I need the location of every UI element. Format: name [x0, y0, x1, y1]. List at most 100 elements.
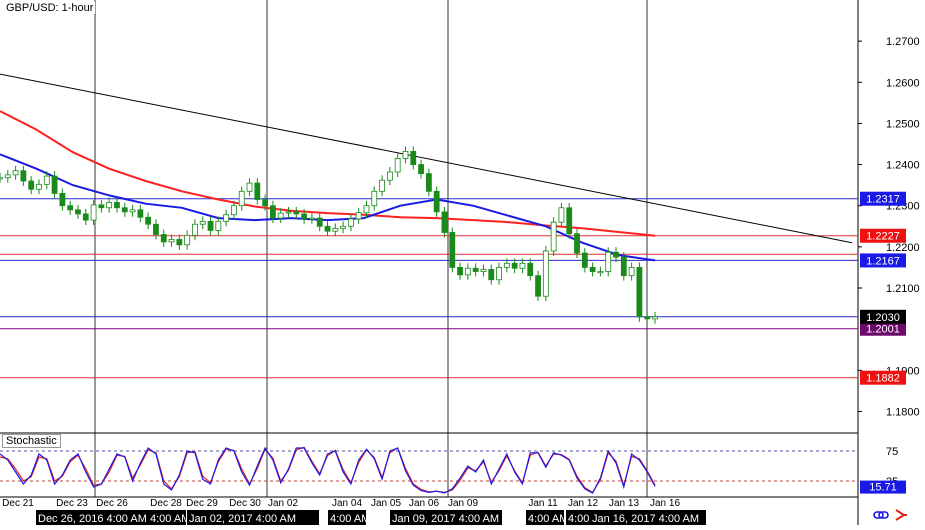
- price-candle: [644, 316, 651, 320]
- price-candle: [207, 220, 214, 231]
- level-box-label: 1.2227: [866, 231, 900, 243]
- price-candle: [527, 262, 534, 277]
- price-candle: [51, 175, 58, 194]
- price-candle: [550, 221, 557, 252]
- price-candle: [394, 157, 401, 173]
- link-icon[interactable]: [873, 508, 889, 522]
- level-box-label: 1.2167: [866, 255, 900, 267]
- price-candle: [457, 267, 463, 276]
- price-candle: [231, 205, 237, 216]
- time-bar-label: Jan 16, 2017 4:00 AM: [592, 513, 699, 525]
- price-candle: [558, 207, 565, 223]
- price-candle: [363, 205, 370, 214]
- time-bar-label: Dec 26, 2016 4:00 AM: [38, 513, 147, 525]
- y-tick-label: 1.2100: [886, 283, 920, 295]
- price-candle: [472, 267, 479, 272]
- x-tick-label: Jan 06: [409, 498, 439, 509]
- price-candle: [43, 175, 50, 185]
- price-candle: [270, 205, 276, 219]
- y-tick-label: 1.2400: [886, 160, 920, 172]
- price-candle: [160, 234, 167, 243]
- price-candle: [652, 316, 658, 320]
- price-candle: [433, 190, 440, 213]
- price-candle: [168, 239, 175, 243]
- last-price-label: 1.2030: [866, 312, 900, 324]
- x-tick-label: Jan 12: [568, 498, 598, 509]
- price-candle: [98, 204, 105, 209]
- chart-title: GBP/USD: 1-hour: [4, 2, 96, 14]
- price-candle: [332, 227, 339, 232]
- price-candle: [503, 262, 510, 268]
- price-candle: [36, 183, 42, 190]
- price-candle: [309, 217, 315, 220]
- x-tick-label: Jan 11: [528, 498, 558, 509]
- time-bar-label: 4:00 AM: [528, 513, 568, 525]
- price-candle: [589, 267, 596, 272]
- y-tick-label: 1.2200: [886, 242, 920, 254]
- price-candle: [12, 170, 19, 176]
- x-tick-label: Dec 21: [2, 498, 34, 509]
- price-candle: [28, 180, 35, 190]
- price-candle: [449, 232, 456, 268]
- y-tick-label: 1.2700: [886, 36, 920, 48]
- time-bar-label: Jan 09, 2017 4:00 AM: [392, 513, 499, 525]
- price-candle: [566, 207, 573, 235]
- price-candle: [402, 151, 409, 159]
- price-candle: [82, 213, 89, 221]
- price-candle: [636, 267, 643, 318]
- price-candle: [488, 269, 495, 281]
- price-candle: [223, 214, 230, 222]
- price-candle: [581, 252, 588, 268]
- price-candle: [184, 234, 191, 246]
- price-candle: [301, 213, 308, 220]
- stochastic-label: Stochastic: [2, 434, 61, 448]
- price-candle: [441, 211, 448, 233]
- price-candle: [628, 267, 635, 277]
- price-candle: [574, 233, 580, 254]
- x-tick-label: Dec 29: [186, 498, 218, 509]
- price-candle: [511, 262, 518, 269]
- x-tick-label: Jan 16: [650, 498, 680, 509]
- price-candle: [355, 212, 362, 220]
- price-candle: [340, 225, 346, 229]
- price-candle: [254, 182, 261, 200]
- price-candle: [316, 217, 323, 227]
- stochastic-level-label: 75: [886, 446, 898, 458]
- price-candle: [620, 256, 627, 277]
- price-candle: [192, 223, 198, 236]
- price-candle: [425, 173, 432, 192]
- price-candle: [246, 182, 253, 192]
- price-candle: [176, 239, 183, 246]
- level-box-label: 1.1882: [866, 373, 900, 385]
- price-candle: [480, 269, 487, 272]
- price-candle: [293, 211, 300, 215]
- price-candle: [324, 225, 331, 232]
- price-candle: [496, 267, 502, 281]
- price-candle: [215, 220, 222, 231]
- x-tick-label: Dec 26: [96, 498, 128, 509]
- price-candle: [613, 251, 619, 258]
- price-candle: [114, 202, 120, 209]
- price-candle: [20, 170, 27, 182]
- price-candle: [4, 174, 11, 179]
- y-tick-label: 1.2500: [886, 118, 920, 130]
- price-candle: [418, 164, 424, 175]
- x-tick-label: Jan 04: [332, 498, 362, 509]
- price-candle: [238, 190, 245, 207]
- price-candle: [535, 275, 541, 297]
- price-candle: [262, 199, 269, 207]
- stochastic-value-label: 15.71: [869, 482, 897, 494]
- price-candle: [379, 179, 385, 192]
- price-candle: [347, 218, 354, 227]
- price-candle: [386, 171, 393, 181]
- trend-arrow-icon[interactable]: [893, 508, 909, 522]
- time-bar-label: Jan 02, 2017 4:00 AM: [189, 513, 296, 525]
- chart-container: 1.2700 1.2600 1.2500 1.2400 1.2300 1.2200 1.21…: [0, 0, 925, 525]
- price-candle: [285, 211, 292, 214]
- x-tick-label: Jan 09: [448, 498, 478, 509]
- price-candle: [410, 151, 417, 165]
- price-candle: [145, 216, 152, 225]
- x-tick-label: Jan 05: [371, 498, 401, 509]
- price-candle: [106, 202, 113, 209]
- price-candle: [75, 209, 81, 215]
